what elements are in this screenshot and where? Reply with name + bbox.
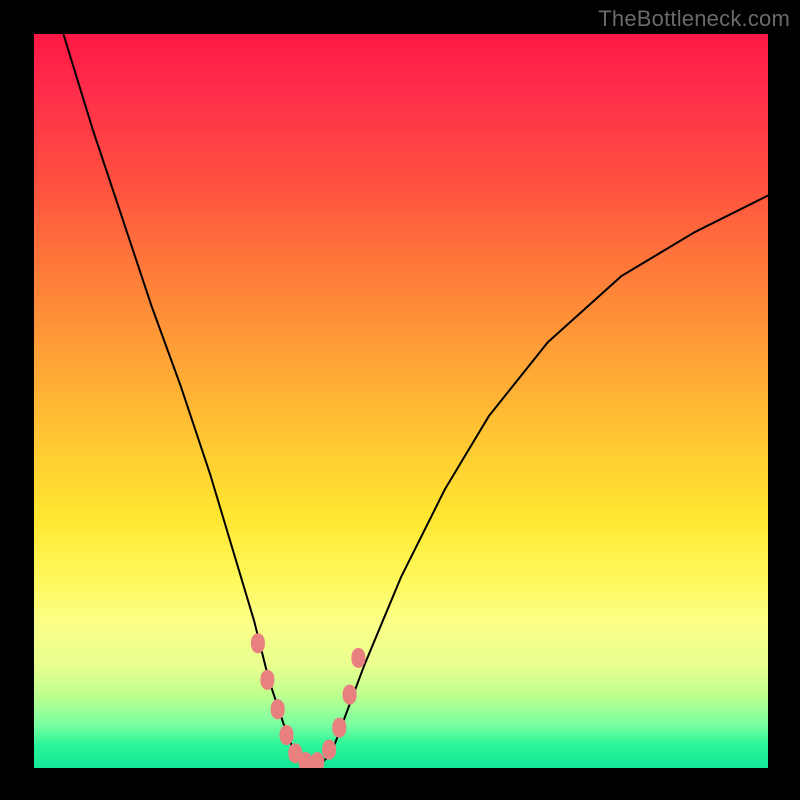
bottleneck-curve [63,34,768,764]
watermark-text: TheBottleneck.com [598,6,790,32]
curve-marker [343,685,357,705]
marker-layer [251,633,366,768]
plot-area [34,34,768,768]
chart-svg [34,34,768,768]
curve-marker [280,725,294,745]
curve-marker [251,633,265,653]
curve-marker [322,740,336,760]
curve-marker [260,670,274,690]
chart-stage: TheBottleneck.com [0,0,800,800]
curve-marker [332,718,346,738]
curve-marker [271,699,285,719]
curve-marker [310,752,324,768]
curve-marker [351,648,365,668]
